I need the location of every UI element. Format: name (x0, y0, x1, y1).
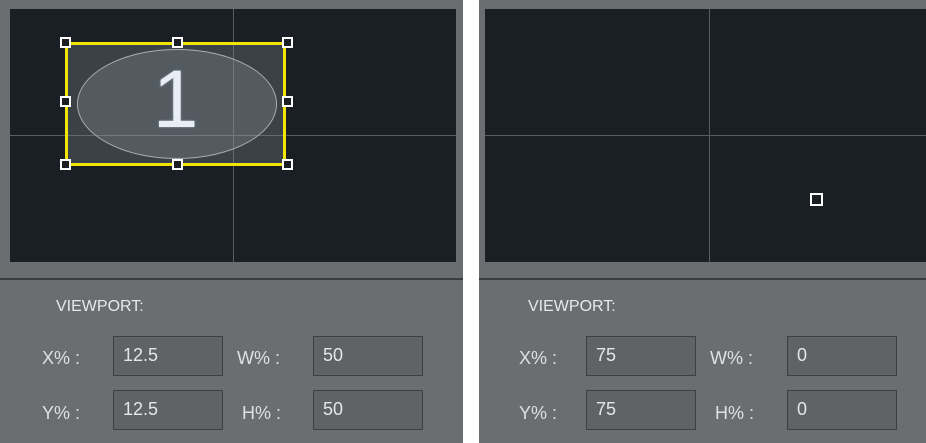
y-percent-label: Y% : (42, 403, 81, 423)
resize-handle-top-right[interactable] (282, 37, 293, 48)
panel-separator (479, 278, 926, 280)
h-percent-field[interactable]: 0 (787, 390, 897, 430)
viewport-canvas-left[interactable]: 1 (10, 9, 456, 262)
resize-handle-bottom-right[interactable] (282, 159, 293, 170)
h-percent-label: H% : (715, 403, 755, 423)
empty-region-handle[interactable] (810, 193, 823, 206)
y-percent-label: Y% : (519, 403, 558, 423)
viewport-heading: VIEWPORT: (56, 298, 144, 315)
h-percent-label: H% : (242, 403, 282, 423)
viewport-heading: VIEWPORT: (528, 298, 616, 315)
x-percent-field[interactable]: 75 (586, 336, 696, 376)
x-percent-label: X% : (519, 348, 558, 368)
w-percent-label: W% : (710, 348, 753, 368)
resize-handle-right[interactable] (282, 96, 293, 107)
w-percent-field[interactable]: 0 (787, 336, 897, 376)
h-percent-field[interactable]: 50 (313, 390, 423, 430)
resize-handle-bottom-left[interactable] (60, 159, 71, 170)
viewport-canvas-right[interactable] (485, 9, 926, 262)
resize-handle-bottom[interactable] (172, 159, 183, 170)
viewport-panel-left: 1 VIEWPORT: X% : 12.5 W% : 50 Y% : 12.5 … (0, 0, 463, 443)
w-percent-field[interactable]: 50 (313, 336, 423, 376)
y-percent-field[interactable]: 75 (586, 390, 696, 430)
x-percent-field[interactable]: 12.5 (113, 336, 223, 376)
resize-handle-top-left[interactable] (60, 37, 71, 48)
viewport-panel-right: VIEWPORT: X% : 75 W% : 0 Y% : 75 H% : 0 (479, 0, 926, 443)
selected-region[interactable]: 1 (65, 42, 286, 166)
resize-handle-top[interactable] (172, 37, 183, 48)
grid-line-horizontal (485, 135, 926, 136)
panel-separator (0, 278, 463, 280)
region-number-label: 1 (152, 54, 199, 145)
x-percent-label: X% : (42, 348, 81, 368)
w-percent-label: W% : (237, 348, 280, 368)
resize-handle-left[interactable] (60, 96, 71, 107)
y-percent-field[interactable]: 12.5 (113, 390, 223, 430)
